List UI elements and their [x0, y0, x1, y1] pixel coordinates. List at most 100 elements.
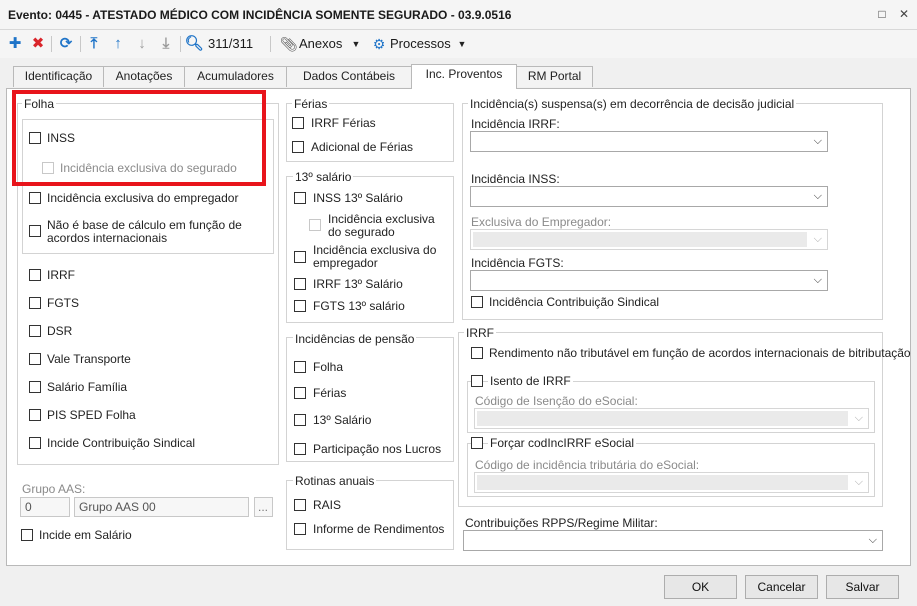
select-field-disabled	[477, 411, 848, 426]
refresh-icon[interactable]: ⟳	[56, 34, 76, 54]
exclusiva-empregador-label: Exclusiva do Empregador:	[471, 215, 612, 229]
pensao-13-label: 13º Salário	[313, 413, 372, 427]
record-counter: 311/311	[208, 36, 254, 51]
tab-identificacao[interactable]: Identificação	[13, 66, 104, 87]
maximize-icon[interactable]: □	[874, 6, 890, 22]
salario-familia-checkbox[interactable]	[29, 381, 41, 393]
incide-salario-label: Incide em Salário	[39, 528, 132, 542]
pis-sped-folha-checkbox[interactable]	[29, 409, 41, 421]
processes-menu[interactable]: Processos	[390, 34, 452, 54]
salario-familia-label: Salário Família	[47, 380, 128, 394]
dsr-label: DSR	[47, 324, 73, 338]
tab-inc-proventos[interactable]: Inc. Proventos	[411, 64, 517, 89]
irrf-checkbox[interactable]	[29, 269, 41, 281]
chevron-down-icon: ⌵	[813, 135, 822, 147]
inc-exclusiva-empregador-checkbox[interactable]	[29, 192, 41, 204]
incidencia-fgts-label: Incidência FGTS:	[471, 256, 564, 270]
nao-base-calculo-label: Não é base de cálculo em função de acord…	[47, 218, 242, 245]
incide-salario-checkbox[interactable]	[21, 529, 33, 541]
add-icon[interactable]: ✚	[6, 34, 24, 54]
pensao-folha-label: Folha	[313, 360, 344, 374]
delete-icon[interactable]: ✖	[29, 34, 47, 54]
rotinas-group	[286, 480, 454, 550]
pensao-13-checkbox[interactable]	[294, 414, 306, 426]
contribuicao-sindical-checkbox[interactable]	[471, 296, 483, 308]
grupo-aas-name-field[interactable]: Grupo AAS 00	[74, 497, 249, 517]
inss-13-label: INSS 13º Salário	[313, 191, 403, 205]
tab-dados-contabeis[interactable]: Dados Contábeis	[286, 66, 412, 87]
rais-label: RAIS	[313, 498, 342, 512]
fgts-13-checkbox[interactable]	[294, 300, 306, 312]
forcar-codincirrf-checkbox[interactable]	[471, 437, 483, 449]
irrf-13-checkbox[interactable]	[294, 278, 306, 290]
pis-sped-folha-label: PIS SPED Folha	[47, 408, 136, 422]
pensao-plr-label: Participação nos Lucros	[313, 442, 442, 456]
informe-rendimentos-label: Informe de Rendimentos	[313, 522, 445, 536]
vale-transporte-checkbox[interactable]	[29, 353, 41, 365]
incide-contribuicao-sindical-label: Incide Contribuição Sindical	[47, 436, 196, 450]
informe-rendimentos-checkbox[interactable]	[294, 523, 306, 535]
rendimento-nao-tributavel-label: Rendimento não tributável em função de a…	[489, 346, 911, 360]
previous-record-icon[interactable]: ↑	[109, 34, 127, 54]
pensao-plr-checkbox[interactable]	[294, 443, 306, 455]
nao-base-calculo-checkbox[interactable]	[29, 225, 41, 237]
irrf-ferias-checkbox[interactable]	[292, 117, 304, 129]
fgts-checkbox[interactable]	[29, 297, 41, 309]
inss-13-checkbox[interactable]	[294, 192, 306, 204]
pensao-ferias-label: Férias	[313, 386, 347, 400]
adicional-ferias-checkbox[interactable]	[292, 141, 304, 153]
codigo-isencao-label: Código de Isenção do eSocial:	[475, 394, 638, 408]
toolbar-separator	[51, 36, 52, 52]
tab-anotacoes[interactable]: Anotações	[103, 66, 185, 87]
chevron-down-icon: ⌵	[813, 233, 822, 245]
select-field-disabled	[473, 232, 807, 247]
toolbar-separator	[80, 36, 81, 52]
rpps-label: Contribuições RPPS/Regime Militar:	[465, 516, 658, 530]
forcar-codincirrf-label: Forçar codIncIRRF eSocial	[488, 436, 637, 450]
grupo-aas-lookup-button[interactable]: ...	[254, 497, 273, 517]
incidencia-inss-label: Incidência INSS:	[471, 172, 560, 186]
cancel-button[interactable]: Cancelar	[745, 575, 818, 599]
search-icon[interactable]: 🔍︎	[184, 34, 204, 54]
rendimento-nao-tributavel-checkbox[interactable]	[471, 347, 483, 359]
grupo-aas-code-field[interactable]: 0	[20, 497, 70, 517]
incidencia-irrf-select[interactable]: ⌵	[470, 131, 828, 152]
tab-rm-portal[interactable]: RM Portal	[516, 66, 593, 87]
first-record-icon[interactable]: ⤒	[85, 34, 103, 54]
chevron-down-icon[interactable]: ▼	[350, 34, 362, 54]
codigo-incidencia-select[interactable]: ⌵	[474, 472, 869, 493]
exclusiva-empregador-select[interactable]: ⌵	[470, 229, 828, 250]
paperclip-icon[interactable]: 📎︎	[280, 34, 298, 54]
rpps-select[interactable]: ⌵	[463, 530, 883, 551]
incidencia-fgts-select[interactable]: ⌵	[470, 270, 828, 291]
incidencia-inss-select[interactable]: ⌵	[470, 186, 828, 207]
pensao-title: Incidências de pensão	[293, 332, 417, 346]
close-icon[interactable]: ✕	[896, 6, 912, 22]
inss-13-empregador-checkbox[interactable]	[294, 251, 306, 263]
chevron-down-icon: ⌵	[854, 412, 863, 424]
attachments-menu[interactable]: Anexos	[299, 34, 345, 54]
fgts-13-label: FGTS 13º salário	[313, 299, 405, 313]
chevron-down-icon[interactable]: ▼	[456, 34, 468, 54]
chevron-down-icon: ⌵	[813, 190, 822, 202]
adicional-ferias-label: Adicional de Férias	[311, 140, 414, 154]
title-bar: Evento: 0445 - ATESTADO MÉDICO COM INCID…	[0, 0, 917, 30]
incide-contribuicao-sindical-checkbox[interactable]	[29, 437, 41, 449]
inss-13-segurado-checkbox[interactable]	[309, 219, 321, 231]
inss-13-empregador-label: Incidência exclusiva do empregador	[313, 243, 437, 270]
isento-irrf-checkbox[interactable]	[471, 375, 483, 387]
rais-checkbox[interactable]	[294, 499, 306, 511]
ok-button[interactable]: OK	[664, 575, 737, 599]
gear-icon[interactable]: ⚙	[371, 34, 387, 54]
inc-exclusiva-empregador-label: Incidência exclusiva do empregador	[47, 191, 239, 205]
dsr-checkbox[interactable]	[29, 325, 41, 337]
pensao-folha-checkbox[interactable]	[294, 361, 306, 373]
last-record-icon[interactable]: ⤓	[157, 34, 175, 54]
next-record-icon[interactable]: ↓	[133, 34, 151, 54]
vale-transporte-label: Vale Transporte	[47, 352, 131, 366]
tab-acumuladores[interactable]: Acumuladores	[184, 66, 287, 87]
pensao-ferias-checkbox[interactable]	[294, 387, 306, 399]
codigo-isencao-select[interactable]: ⌵	[474, 408, 869, 429]
suspensas-title: Incidência(s) suspensa(s) em decorrência…	[468, 97, 797, 111]
save-button[interactable]: Salvar	[826, 575, 899, 599]
